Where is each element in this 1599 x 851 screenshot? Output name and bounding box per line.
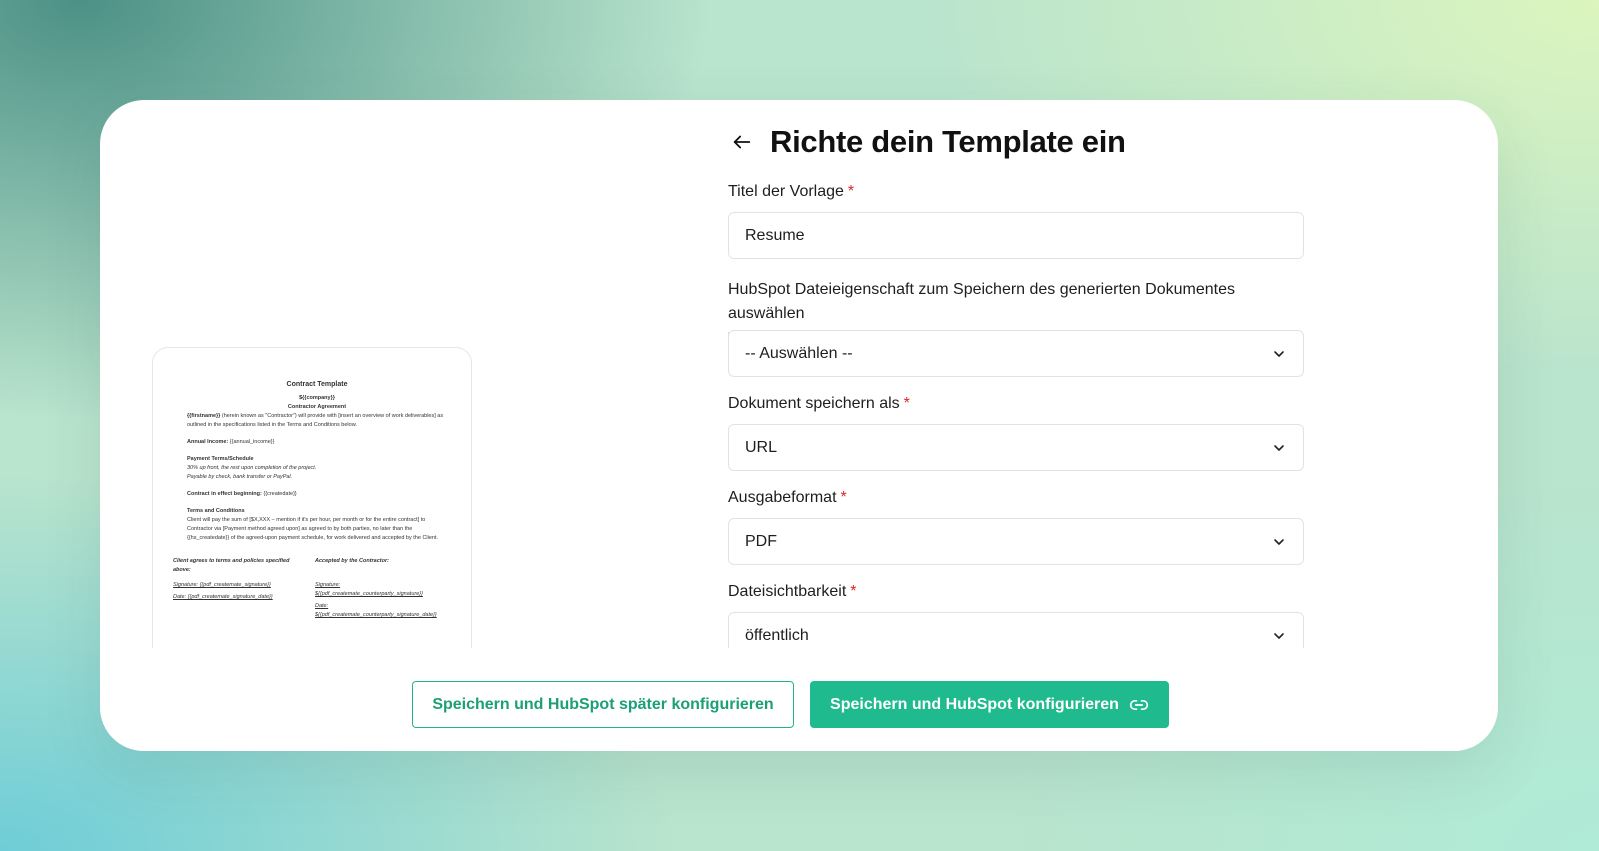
template-title-input[interactable]: Resume [728,212,1304,259]
back-button[interactable] [728,128,756,156]
preview-signatures: Client agrees to terms and policies spec… [173,557,447,620]
save-configure-later-button[interactable]: Speichern und HubSpot später konfigurier… [412,681,794,728]
template-title-label: Titel der Vorlage * [728,183,855,200]
preview-payment-line: 30% up front, the rest upon completion o… [187,465,317,471]
save-as-value: URL [745,438,778,456]
file-property-select[interactable]: -- Auswählen -- [728,330,1304,377]
preview-company: ${{company}} [299,395,335,401]
page-title: Richte dein Template ein [770,124,1126,159]
chevron-down-icon [1271,346,1287,362]
chevron-down-icon [1271,628,1287,644]
preview-terms-heading: Terms and Conditions [187,508,245,514]
setup-card: Contract Template ${{company}} Contracto… [100,100,1498,751]
file-visibility-value: öffentlich [745,626,809,644]
preview-income: Annual Income: {{annual_income}} [187,439,275,445]
file-property-value: -- Auswählen -- [745,344,853,362]
save-as-label: Dokument speichern als * [728,395,910,412]
preview-agreement: Contractor Agreement [287,404,347,410]
file-visibility-label: Dateisichtbarkeit * [728,583,857,600]
output-format-select[interactable]: PDF [728,518,1304,565]
preview-client-signature: Client agrees to terms and policies spec… [173,558,290,600]
footer-bar [100,648,1498,751]
preview-payment-heading: Payment Terms/Schedule [187,456,254,462]
required-mark: * [903,395,910,412]
required-mark: * [847,183,855,200]
preview-effect: Contract in effect beginning: {{createda… [187,491,297,497]
save-as-select[interactable]: URL [728,424,1304,471]
preview-payment-line: Payable by check, bank transfer or PayPa… [187,474,293,480]
save-configure-later-label: Speichern und HubSpot später konfigurier… [432,695,774,713]
chevron-down-icon [1271,440,1287,456]
preview-contractor-signature: Accepted by the Contractor: Signature: $… [315,558,437,618]
required-mark: * [850,583,857,600]
preview-intro: {{firstname}} (herein known as "Contract… [187,413,444,428]
chevron-down-icon [1271,534,1287,550]
link-icon [1129,695,1149,715]
template-title-value: Resume [745,226,805,244]
output-format-label: Ausgabeformat * [728,489,847,506]
save-configure-hubspot-label: Speichern und HubSpot konfigurieren [830,695,1119,713]
document-preview: Contract Template ${{company}} Contracto… [152,347,472,678]
arrow-left-icon [731,131,753,153]
save-configure-hubspot-button[interactable]: Speichern und HubSpot konfigurieren [810,681,1169,728]
output-format-value: PDF [745,532,777,550]
required-mark: * [840,489,847,506]
preview-document: Contract Template ${{company}} Contracto… [173,380,447,620]
preview-terms-text: Client will pay the sum of [$X,XXX – men… [187,517,439,541]
preview-title: Contract Template [286,381,348,388]
header: Richte dein Template ein [728,124,1126,160]
